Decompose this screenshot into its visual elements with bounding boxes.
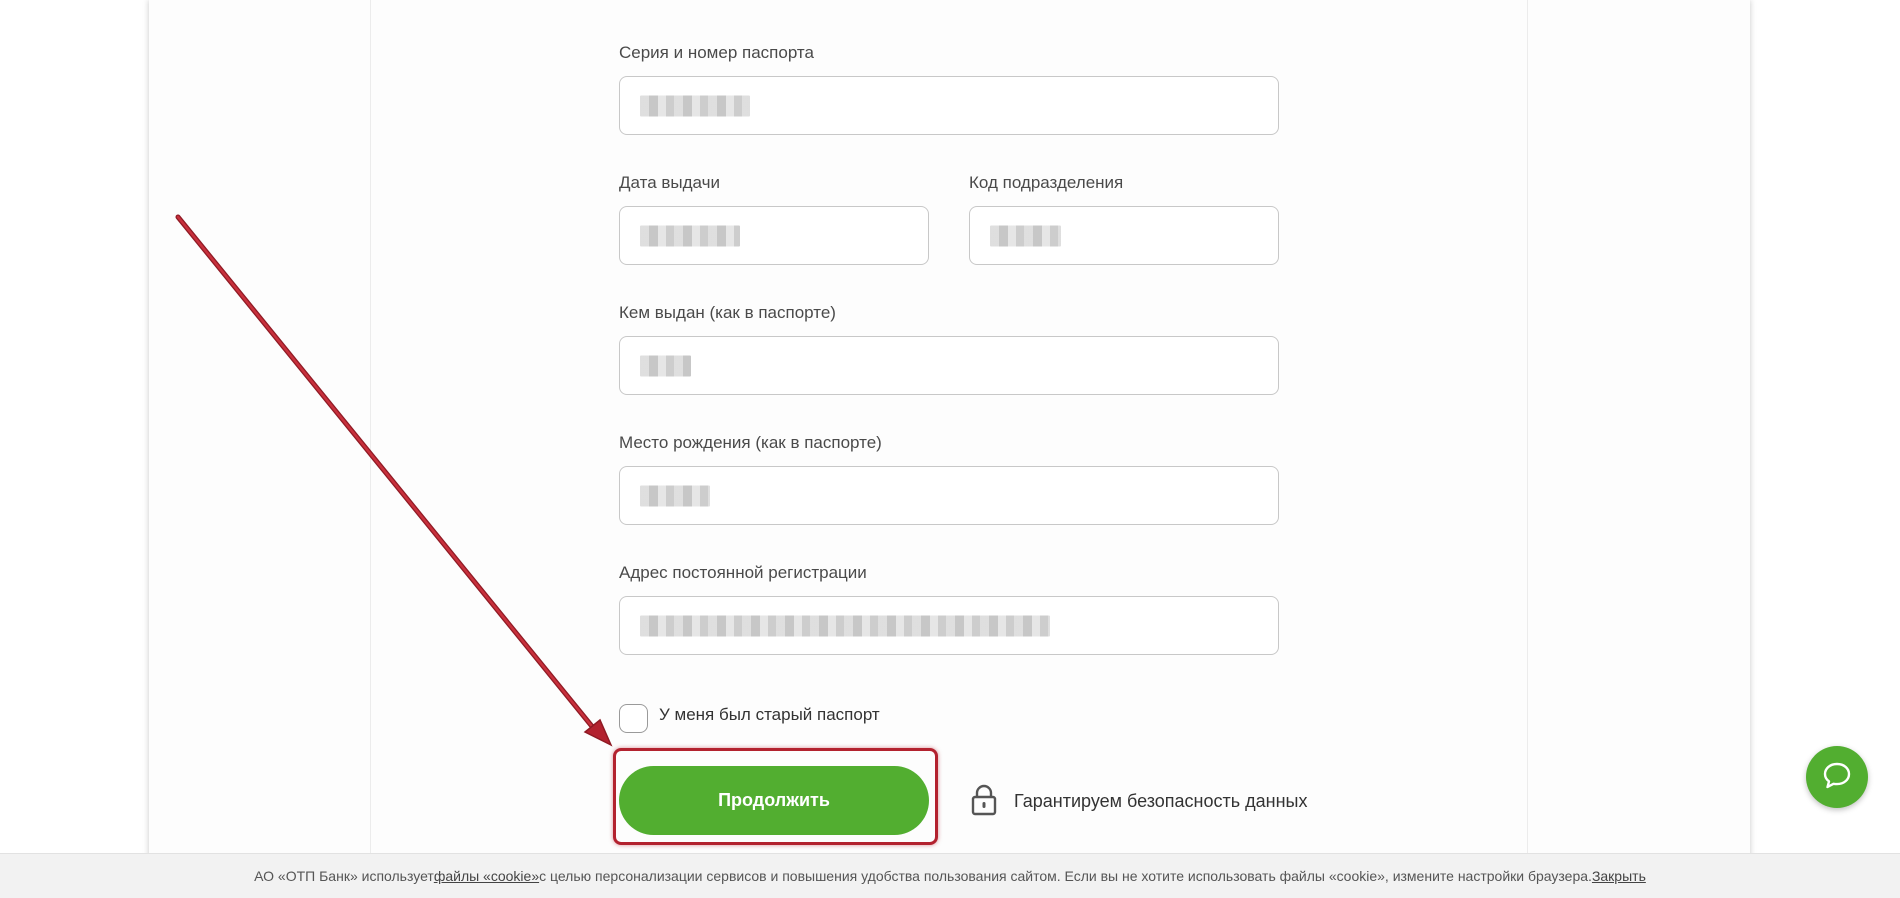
old-passport-label[interactable]: У меня был старый паспорт <box>659 705 880 725</box>
passport-number-input[interactable] <box>619 76 1279 135</box>
birth-place-label: Место рождения (как в паспорте) <box>619 433 882 452</box>
dept-code-label: Код подразделения <box>969 173 1124 192</box>
address-label: Адрес постоянной регистрации <box>619 563 867 582</box>
redacted-value <box>640 95 750 116</box>
birth-place-input[interactable] <box>619 466 1279 525</box>
address-input[interactable] <box>619 596 1279 655</box>
issued-by-input[interactable] <box>619 336 1279 395</box>
passport-number-label: Серия и номер паспорта <box>619 43 814 62</box>
redacted-value <box>640 355 691 376</box>
chat-icon <box>1821 759 1853 796</box>
redacted-value <box>640 225 740 246</box>
redacted-value <box>640 485 710 506</box>
cookie-text-before: АО «ОТП Банк» использует <box>254 868 434 884</box>
redacted-value <box>640 615 1050 636</box>
cookie-text-after: с целью персонализации сервисов и повыше… <box>539 868 1592 884</box>
issued-by-label: Кем выдан (как в паспорте) <box>619 303 836 322</box>
issue-date-input[interactable] <box>619 206 929 265</box>
continue-button[interactable]: Продолжить <box>619 766 929 835</box>
chat-button[interactable] <box>1806 746 1868 808</box>
issue-date-label: Дата выдачи <box>619 173 720 192</box>
cookie-close-link[interactable]: Закрыть <box>1592 868 1646 884</box>
cookie-bar: АО «ОТП Банк» использует файлы «cookie» … <box>0 853 1900 898</box>
dept-code-input[interactable] <box>969 206 1279 265</box>
lock-icon <box>971 784 997 816</box>
old-passport-checkbox[interactable] <box>619 704 648 733</box>
redacted-value <box>990 225 1061 246</box>
cookie-policy-link[interactable]: файлы «cookie» <box>434 868 539 884</box>
security-note: Гарантируем безопасность данных <box>1014 791 1308 811</box>
